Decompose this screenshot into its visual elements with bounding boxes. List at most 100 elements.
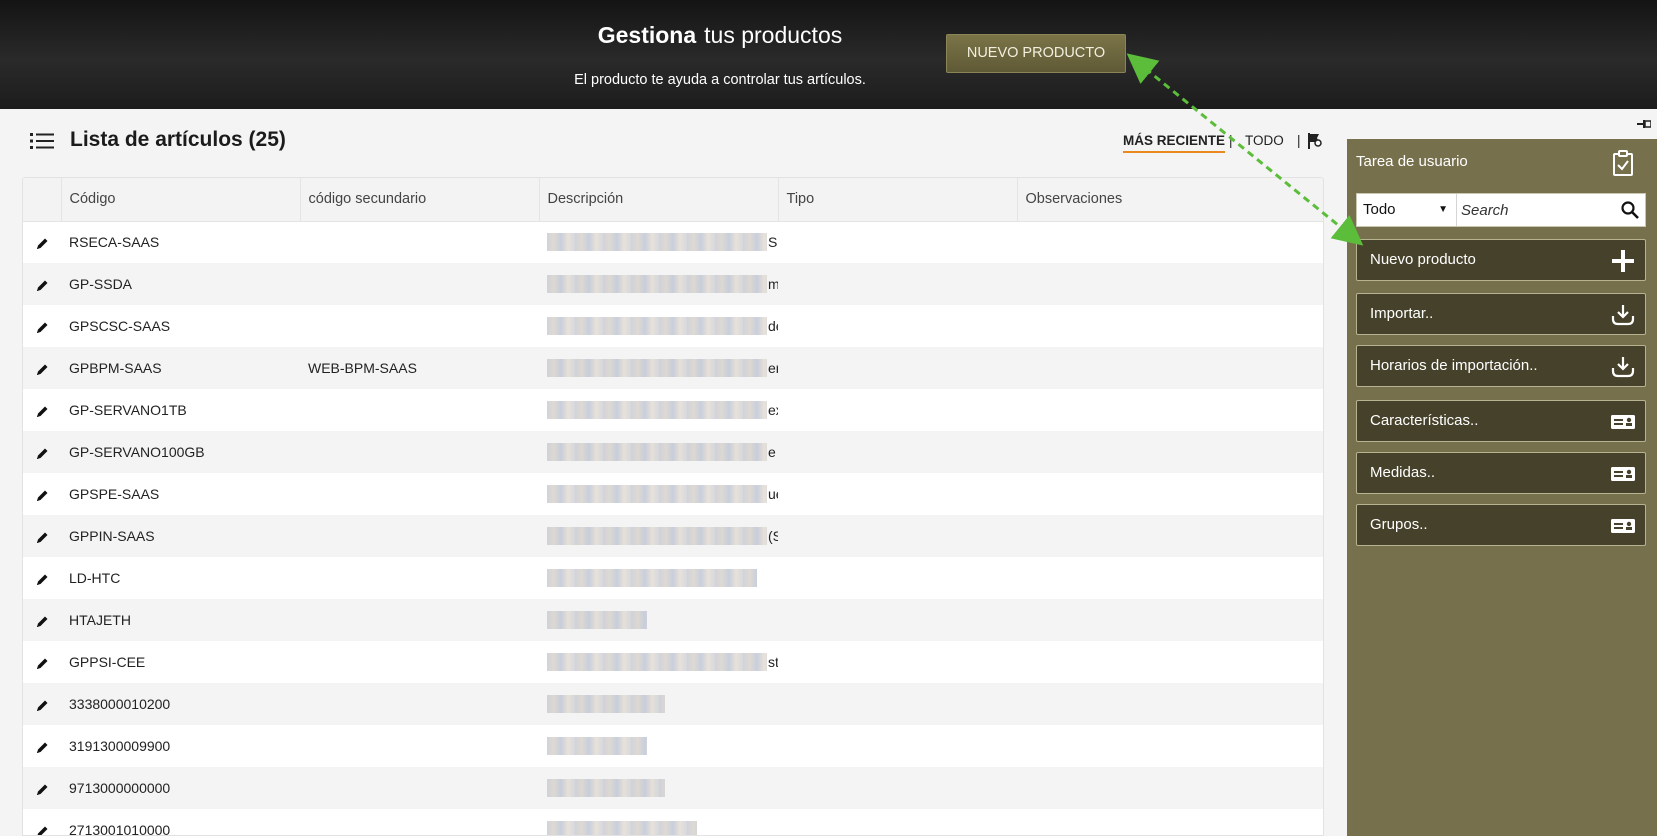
action-label: Medidas.. [1370,464,1436,481]
table-row[interactable]: LD-HTC [23,557,1323,599]
id-card-icon [1611,415,1635,429]
redacted-text [547,443,767,462]
description-cell: ex [539,389,778,431]
edit-cell[interactable] [23,641,61,683]
action-import[interactable]: Importar.. [1356,293,1646,335]
table-row[interactable]: GPSPE-SAAS ue [23,473,1323,515]
secondary-code-cell [300,767,539,809]
table-row[interactable]: HTAJETH [23,599,1323,641]
edit-cell[interactable] [23,263,61,305]
edit-cell[interactable] [23,809,61,835]
pencil-icon [36,616,47,627]
column-header-secondary-code[interactable]: código secundario [300,178,540,222]
edit-cell[interactable] [23,515,61,557]
new-product-button[interactable]: NUEVO PRODUCTO [946,34,1126,73]
table-row[interactable]: 3191300009900 [23,725,1323,767]
redacted-text [547,233,767,252]
redacted-text [547,401,767,420]
table-row[interactable]: RSECA-SAAS Se [23,221,1323,263]
description-visible-text: ue [768,486,778,503]
action-groups[interactable]: Grupos.. [1356,504,1646,546]
table-header-row: Código código secundario Descripción Tip… [23,178,1323,222]
secondary-code-cell [300,515,539,557]
redacted-text [547,695,665,714]
pin-icon[interactable] [1637,117,1651,131]
secondary-code-cell [300,263,539,305]
description-visible-text: (S [768,528,778,545]
edit-cell[interactable] [23,389,61,431]
redacted-text [547,821,697,835]
table-row[interactable]: GP-SSDA mi [23,263,1323,305]
filter-separator: | [1297,133,1301,148]
action-import-schedules[interactable]: Horarios de importación.. [1356,345,1646,387]
type-cell [778,221,1017,263]
edit-cell[interactable] [23,557,61,599]
table-row[interactable]: GPPIN-SAAS (S [23,515,1323,557]
column-header-type[interactable]: Tipo [778,178,1018,222]
table-row[interactable]: GPPSI-CEE sta [23,641,1323,683]
observations-cell [1017,347,1323,389]
edit-cell[interactable] [23,221,61,263]
flag-filter-icon[interactable] [1307,133,1323,149]
page-subtitle: El producto te ayuda a controlar tus art… [574,72,866,88]
pencil-icon [36,448,47,459]
action-new-product[interactable]: Nuevo producto [1356,239,1646,281]
secondary-code-cell [300,809,539,835]
type-cell [778,347,1017,389]
redacted-text [547,485,767,504]
sidebar-title: Tarea de usuario [1356,153,1468,170]
table-row[interactable]: 9713000000000 [23,767,1323,809]
edit-cell[interactable] [23,767,61,809]
code-cell: GPPSI-CEE [69,654,146,670]
action-label: Grupos.. [1370,516,1428,533]
pencil-icon [37,826,47,835]
pencil-icon [36,574,47,585]
edit-cell[interactable] [23,347,61,389]
redacted-text [547,317,767,336]
table-row[interactable]: 2713001010000 [23,809,1323,835]
edit-cell[interactable] [23,599,61,641]
edit-cell[interactable] [23,431,61,473]
pencil-icon [36,322,47,333]
edit-cell[interactable] [23,683,61,725]
filter-select[interactable]: Todo ▼ [1357,194,1457,226]
secondary-code-cell [300,599,539,641]
observations-cell [1017,389,1323,431]
action-characteristics[interactable]: Características.. [1356,400,1646,442]
column-header-code[interactable]: Código [61,178,301,222]
table-row[interactable]: GPSCSC-SAAS de [23,305,1323,347]
table-row[interactable]: GP-SERVANO100GB e [23,431,1323,473]
table-row[interactable]: 3338000010200 [23,683,1323,725]
redacted-text [547,569,757,588]
redacted-text [547,653,767,672]
user-task-sidebar: Tarea de usuario Todo ▼ Nuevo producto I… [1347,109,1657,836]
sidebar-search-input[interactable] [1457,194,1612,226]
column-header-observations[interactable]: Observaciones [1017,178,1323,222]
pencil-icon [36,490,47,501]
type-cell [778,809,1017,835]
filter-all[interactable]: TODO [1245,133,1284,148]
observations-cell [1017,599,1323,641]
table-row[interactable]: GP-SERVANO1TB ex [23,389,1323,431]
id-card-icon [1611,519,1635,533]
secondary-code-cell [300,557,539,599]
action-measures[interactable]: Medidas.. [1356,452,1646,494]
table-row[interactable]: GPBPM-SAAS WEB-BPM-SAAS er [23,347,1323,389]
filter-most-recent[interactable]: MÁS RECIENTE [1123,133,1226,153]
edit-cell[interactable] [23,305,61,347]
pencil-icon [36,784,47,795]
observations-cell [1017,809,1323,835]
column-header-description[interactable]: Descripción [539,178,779,222]
code-cell: GPSPE-SAAS [69,486,160,502]
secondary-code-cell: WEB-BPM-SAAS [308,360,417,376]
edit-cell[interactable] [23,473,61,515]
type-cell [778,431,1017,473]
search-icon[interactable] [1621,201,1639,219]
action-label: Importar.. [1370,305,1434,322]
secondary-code-cell [300,305,539,347]
edit-cell[interactable] [23,725,61,767]
pencil-icon [36,658,47,669]
pencil-icon [36,364,47,375]
id-card-icon [1611,467,1635,481]
download-icon [1611,357,1635,378]
